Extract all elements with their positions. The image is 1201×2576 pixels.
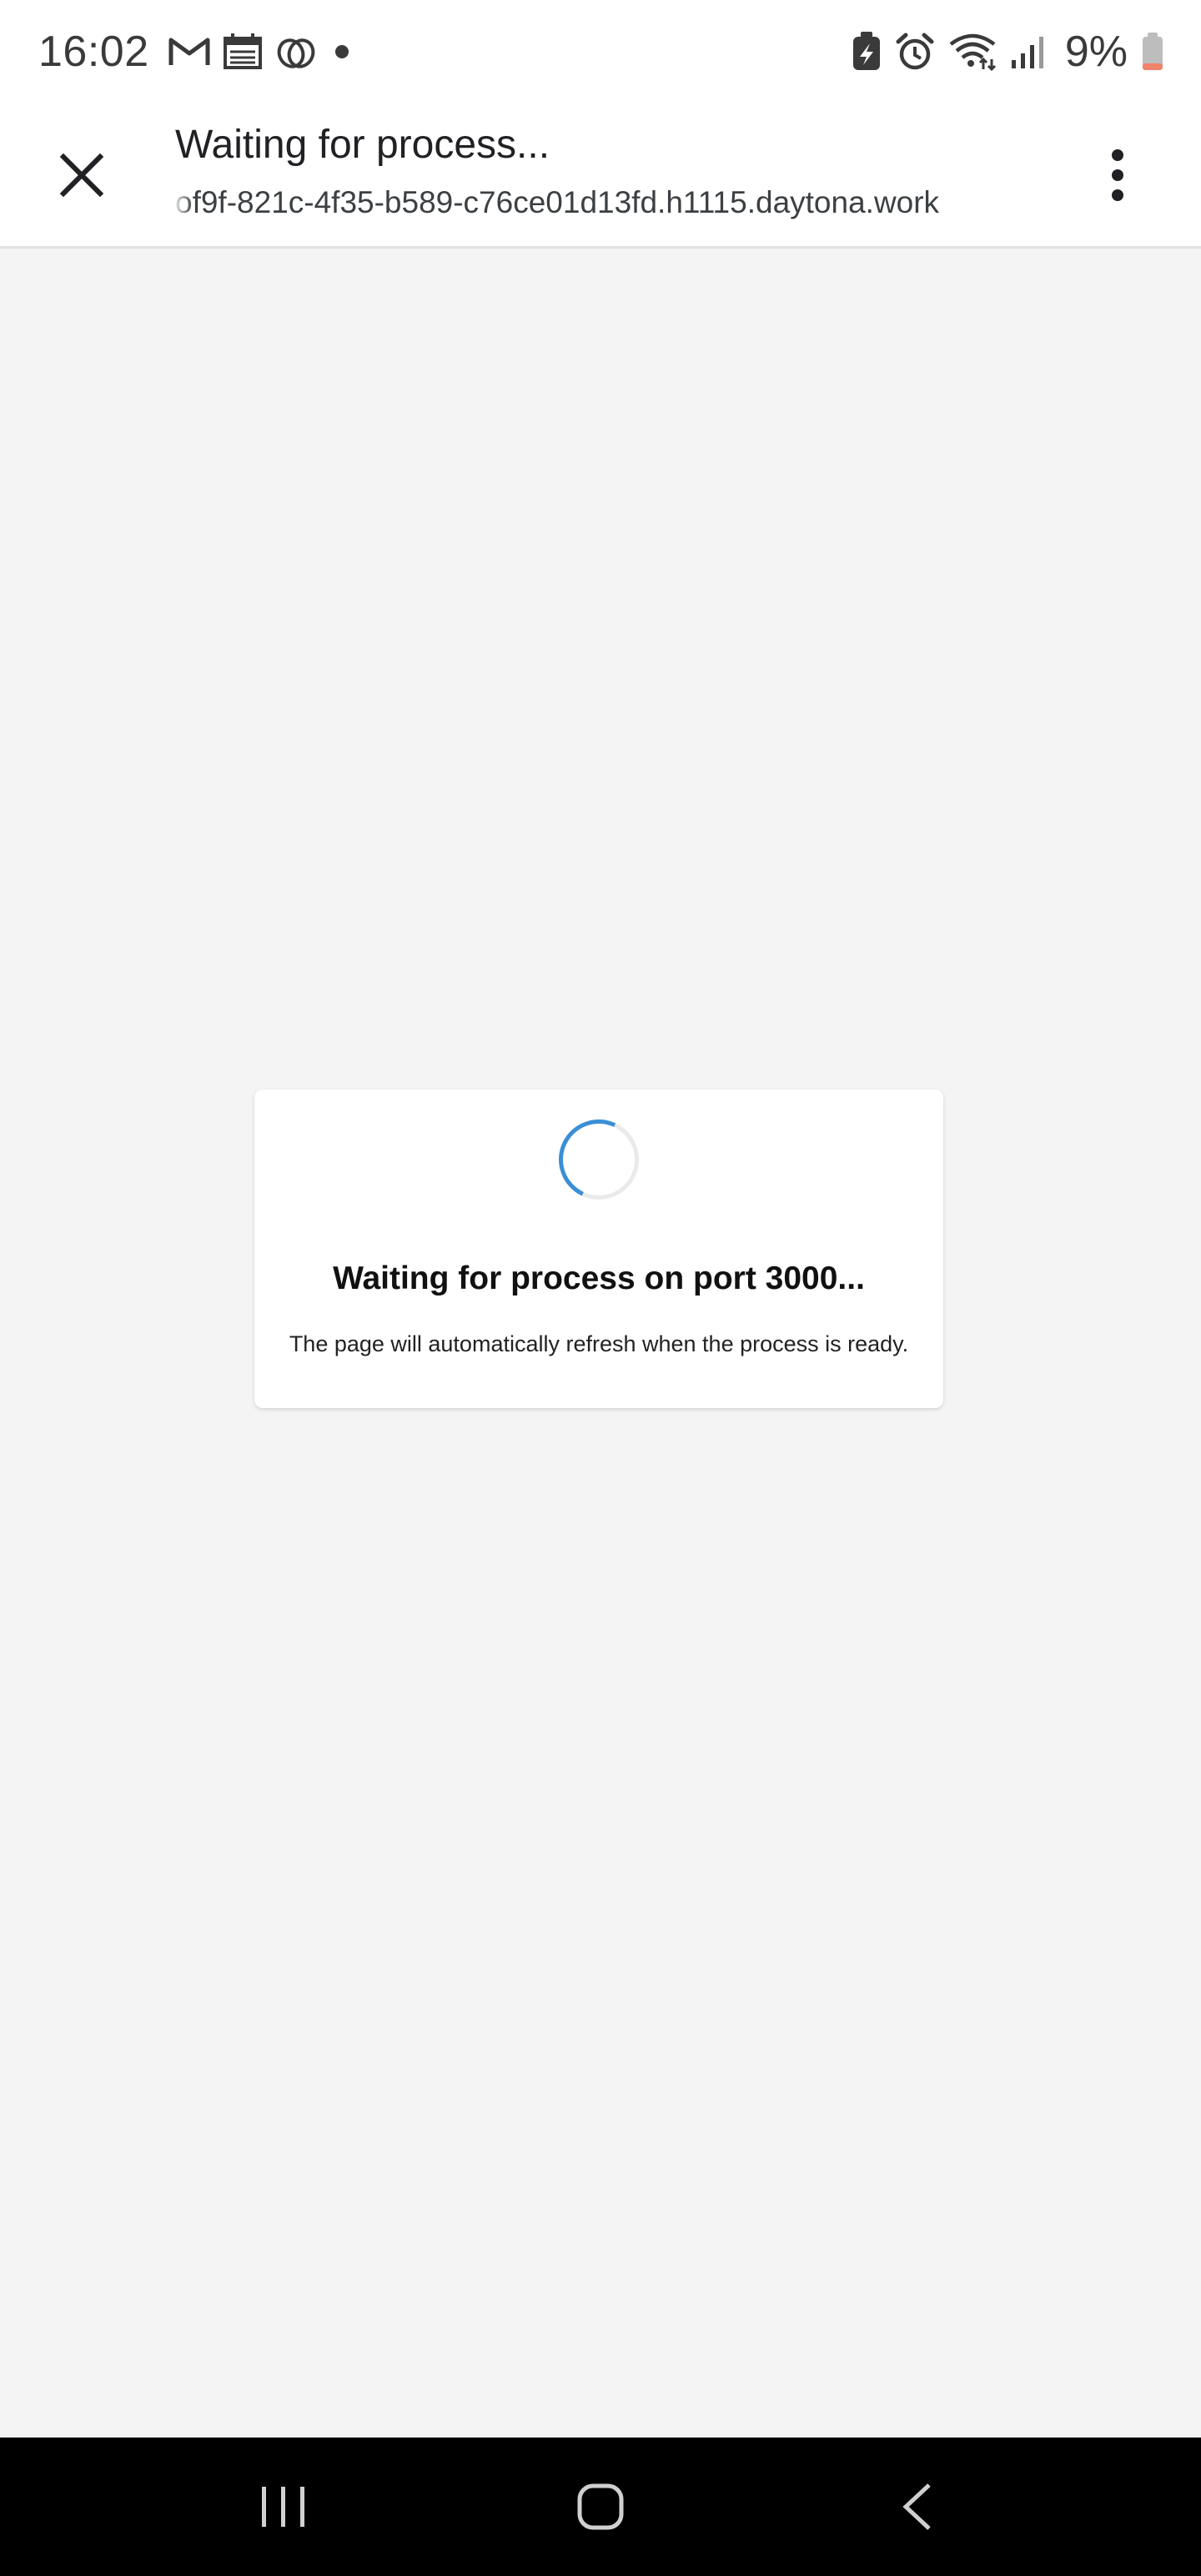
back-button[interactable]	[867, 2457, 967, 2557]
calendar-icon	[223, 33, 262, 69]
dot-icon	[334, 45, 349, 58]
signal-icon	[1011, 37, 1043, 68]
status-right-icons: 9%	[852, 27, 1164, 77]
close-button[interactable]	[48, 142, 115, 209]
battery-icon	[1143, 33, 1163, 70]
card-message: The page will automatically refresh when…	[289, 1331, 909, 1356]
loading-spinner-icon	[547, 1108, 651, 1211]
alarm-icon	[896, 33, 934, 70]
status-time: 16:02	[38, 28, 149, 76]
home-button[interactable]	[550, 2457, 651, 2557]
home-icon	[577, 2483, 624, 2530]
recent-apps-button[interactable]	[234, 2457, 334, 2557]
more-vert-icon	[1112, 149, 1123, 201]
waiting-card: Waiting for process on port 3000... The …	[254, 1089, 943, 1408]
page-url: of9f-821c-4f35-b589-c76ce01d13fd.h1115.d…	[175, 185, 940, 219]
back-icon	[902, 2483, 931, 2530]
title-block[interactable]: Waiting for process... of9f-821c-4f35-b5…	[175, 117, 1009, 225]
close-icon	[59, 153, 104, 198]
more-options-button[interactable]	[1084, 142, 1151, 209]
battery-saver-icon	[852, 32, 880, 70]
status-left-icons	[168, 33, 354, 70]
navigation-bar	[0, 2438, 1201, 2576]
status-bar: 16:02 9%	[0, 0, 1201, 103]
app-icon	[277, 38, 315, 68]
web-content: Waiting for process on port 3000... The …	[0, 249, 1201, 2438]
gmail-icon	[168, 38, 210, 65]
screen: 16:02 9% Waiting for process... of9f-821…	[0, 0, 1201, 2576]
wifi-icon	[949, 33, 996, 71]
card-title: Waiting for process on port 3000...	[333, 1260, 865, 1296]
recent-apps-icon	[262, 2487, 304, 2527]
battery-percent: 9%	[1064, 28, 1128, 76]
page-title: Waiting for process...	[175, 123, 550, 167]
browser-header: Waiting for process... of9f-821c-4f35-b5…	[0, 103, 1201, 249]
